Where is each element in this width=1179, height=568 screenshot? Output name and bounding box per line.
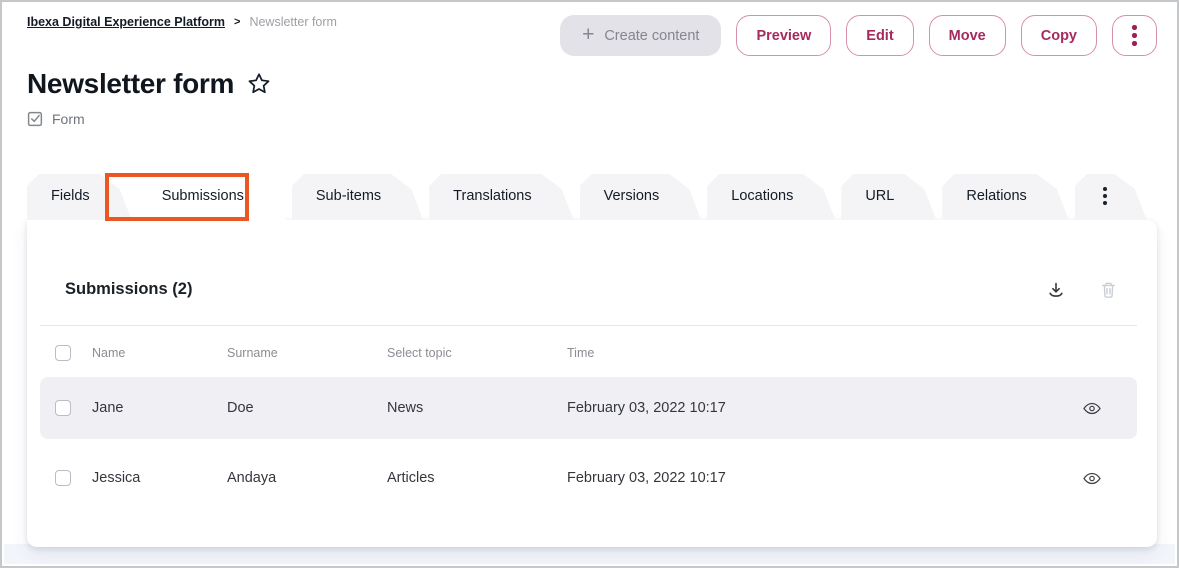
page-bottom-strip bbox=[4, 544, 1175, 564]
panel-title: Submissions (2) bbox=[65, 280, 192, 299]
tab-url[interactable]: URL bbox=[841, 174, 936, 220]
col-header-surname: Surname bbox=[227, 346, 387, 360]
cell-surname: Doe bbox=[227, 400, 387, 416]
app-window: Ibexa Digital Experience Platform > News… bbox=[0, 0, 1179, 568]
cell-name: Jane bbox=[92, 400, 227, 416]
table-top-divider bbox=[40, 325, 1137, 326]
cell-name: Jessica bbox=[92, 470, 227, 486]
tab-submissions[interactable]: Submissions bbox=[138, 174, 286, 220]
cell-time: February 03, 2022 10:17 bbox=[567, 470, 1047, 486]
download-button[interactable] bbox=[1047, 281, 1065, 299]
view-submission-button[interactable] bbox=[1083, 402, 1101, 415]
kebab-icon bbox=[1103, 187, 1107, 191]
tab-locations[interactable]: Locations bbox=[707, 174, 835, 220]
create-content-button[interactable]: + Create content bbox=[560, 15, 721, 56]
breadcrumb: Ibexa Digital Experience Platform > News… bbox=[27, 15, 337, 29]
select-all-checkbox[interactable] bbox=[55, 345, 71, 361]
cell-topic: Articles bbox=[387, 470, 567, 486]
kebab-icon bbox=[1132, 25, 1137, 30]
star-icon[interactable] bbox=[246, 71, 272, 97]
plus-icon: + bbox=[582, 24, 594, 45]
tab-versions[interactable]: Versions bbox=[580, 174, 702, 220]
tab-sub-items[interactable]: Sub-items bbox=[292, 174, 423, 220]
move-button[interactable]: Move bbox=[929, 15, 1006, 56]
copy-button[interactable]: Copy bbox=[1021, 15, 1097, 56]
col-header-topic: Select topic bbox=[387, 346, 567, 360]
row-checkbox[interactable] bbox=[55, 400, 71, 416]
content-type-row: Form bbox=[27, 110, 85, 127]
col-header-time: Time bbox=[567, 346, 1047, 360]
content-type-label: Form bbox=[52, 111, 85, 127]
table-row: Jessica Andaya Articles February 03, 202… bbox=[40, 448, 1137, 508]
col-header-name: Name bbox=[92, 346, 227, 360]
toolbar: + Create content Preview Edit Move Copy bbox=[560, 15, 1157, 56]
delete-button[interactable] bbox=[1100, 281, 1117, 299]
create-content-label: Create content bbox=[604, 28, 699, 44]
tab-fields[interactable]: Fields bbox=[27, 174, 132, 220]
preview-button[interactable]: Preview bbox=[736, 15, 831, 56]
cell-time: February 03, 2022 10:17 bbox=[567, 400, 1047, 416]
breadcrumb-current: Newsletter form bbox=[249, 15, 337, 29]
panel-actions bbox=[1047, 281, 1117, 299]
table-header-row: Name Surname Select topic Time bbox=[40, 333, 1137, 373]
submissions-panel: Submissions (2) Name Surname Select topi… bbox=[27, 220, 1157, 547]
row-checkbox[interactable] bbox=[55, 470, 71, 486]
more-actions-button[interactable] bbox=[1112, 15, 1157, 56]
tab-relations[interactable]: Relations bbox=[942, 174, 1068, 220]
tab-translations[interactable]: Translations bbox=[429, 174, 573, 220]
download-icon bbox=[1047, 281, 1065, 299]
view-submission-button[interactable] bbox=[1083, 472, 1101, 485]
breadcrumb-root-link[interactable]: Ibexa Digital Experience Platform bbox=[27, 15, 225, 29]
eye-icon bbox=[1083, 472, 1101, 485]
tab-more-button[interactable] bbox=[1075, 174, 1147, 220]
eye-icon bbox=[1083, 402, 1101, 415]
cell-surname: Andaya bbox=[227, 470, 387, 486]
tab-bar: Fields Submissions Sub-items Translation… bbox=[27, 174, 1147, 220]
trash-icon bbox=[1100, 281, 1117, 299]
cell-topic: News bbox=[387, 400, 567, 416]
title-row: Newsletter form bbox=[27, 68, 272, 100]
table-row: Jane Doe News February 03, 2022 10:17 bbox=[40, 377, 1137, 439]
check-square-icon bbox=[27, 110, 44, 127]
breadcrumb-separator: > bbox=[234, 16, 240, 28]
edit-button[interactable]: Edit bbox=[846, 15, 913, 56]
page-title: Newsletter form bbox=[27, 68, 234, 100]
